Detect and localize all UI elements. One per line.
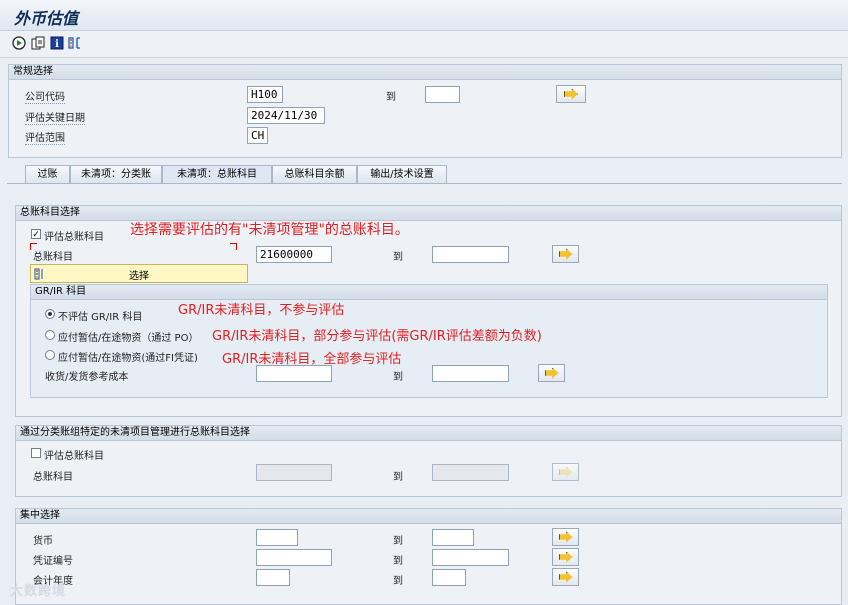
tab-gl-balances[interactable]: 总账科目余额: [272, 165, 357, 183]
ledger-gl-account-to-label: 到: [393, 472, 403, 483]
selection-corner: [230, 243, 237, 250]
reference-cost-label: 收货/发货参考成本: [45, 372, 129, 383]
section-header: 常规选择: [9, 65, 841, 80]
section-header: 通过分类账组特定的未清项目管理进行总账科目选择: [16, 426, 841, 441]
company-code-to-input[interactable]: [425, 86, 460, 103]
evaluate-gl-checkbox[interactable]: ✓: [31, 229, 41, 240]
annotation-no-grir: GR/IR未清科目，不参与评估: [178, 303, 345, 318]
ledger-evaluate-gl-label: 评估总账科目: [44, 451, 104, 462]
tab-open-items-gl[interactable]: 未清项：总账科目: [162, 165, 272, 183]
application-toolbar: i: [0, 31, 848, 58]
page-title: 外币估值: [14, 9, 79, 28]
reference-cost-to-label: 到: [393, 372, 403, 383]
arrow-right-icon: [558, 551, 573, 563]
ledger-multiple-selection-button: [552, 463, 579, 481]
radio-grir-fi[interactable]: [45, 350, 55, 360]
valuation-area-input[interactable]: CH: [247, 127, 268, 144]
gl-account-to-label: 到: [393, 252, 403, 263]
ledger-group-box: 通过分类账组特定的未清项目管理进行总账科目选择: [15, 425, 842, 497]
ledger-gl-account-label: 总账科目: [33, 472, 73, 483]
grir-header: GR/IR 科目: [31, 285, 827, 300]
key-date-label: 评估关键日期: [25, 109, 85, 125]
gl-account-label: 总账科目: [33, 252, 73, 263]
annotation-grir-po: GR/IR未清科目，部分参与评估(需GR/IR评估差额为负数): [212, 329, 542, 344]
fiscal-year-to-input[interactable]: [432, 569, 466, 586]
ledger-evaluate-gl-checkbox[interactable]: [31, 448, 41, 458]
evaluate-gl-label: 评估总账科目: [44, 232, 104, 243]
reference-cost-input[interactable]: [256, 365, 332, 382]
radio-no-grir-label: 不评估 GR/IR 科目: [58, 312, 143, 323]
document-number-input[interactable]: [256, 549, 332, 566]
company-code-input[interactable]: H100: [247, 86, 283, 103]
currency-input[interactable]: [256, 529, 298, 546]
tab-posting[interactable]: 过账: [25, 165, 70, 183]
multiple-selection-button[interactable]: [556, 85, 586, 103]
watermark: 大数跨境: [10, 584, 67, 599]
gl-multiple-selection-button[interactable]: [552, 245, 579, 263]
central-selection-box: 集中选择: [15, 508, 842, 605]
ledger-gl-account-input: [256, 464, 332, 481]
section-header: 集中选择: [16, 509, 841, 524]
valuation-area-label: 评估范围: [25, 129, 65, 145]
currency-multiple-selection-button[interactable]: [552, 528, 579, 546]
radio-grir-fi-label: 应付暂估/在途物资(通过FI凭证): [58, 353, 198, 364]
fiscal-year-input[interactable]: [256, 569, 290, 586]
document-number-multiple-selection-button[interactable]: [552, 548, 579, 566]
gl-account-to-input[interactable]: [432, 246, 509, 263]
selection-icon[interactable]: [68, 36, 82, 50]
arrow-right-icon: [558, 531, 573, 543]
info-icon[interactable]: i: [50, 36, 64, 50]
radio-no-grir[interactable]: [45, 309, 55, 319]
radio-grir-po[interactable]: [45, 330, 55, 340]
arrow-right-icon: [558, 466, 573, 478]
title-bar: 外币估值: [0, 0, 848, 31]
svg-text:i: i: [55, 39, 59, 50]
radio-grir-po-label: 应付暂估/在途物资（通过 PO）: [58, 333, 199, 344]
copy-icon[interactable]: [31, 36, 45, 50]
document-number-label: 凭证编号: [33, 556, 73, 567]
fiscal-year-to-label: 到: [393, 576, 403, 587]
execute-icon[interactable]: [12, 36, 26, 50]
company-code-label: 公司代码: [25, 88, 65, 104]
arrow-right-icon: [558, 248, 573, 260]
arrow-right-icon: [564, 88, 578, 100]
key-date-input[interactable]: 2024/11/30: [247, 107, 325, 124]
currency-to-input[interactable]: [432, 529, 474, 546]
company-code-to-label: 到: [386, 92, 396, 103]
general-selection-box: 常规选择: [8, 64, 842, 158]
fiscal-year-multiple-selection-button[interactable]: [552, 568, 579, 586]
currency-to-label: 到: [393, 536, 403, 547]
tab-output-settings[interactable]: 输出/技术设置: [357, 165, 447, 183]
document-number-to-label: 到: [393, 556, 403, 567]
annotation-gl-selection: 选择需要评估的有"未清项管理"的总账科目。: [130, 222, 409, 238]
gl-account-input[interactable]: 21600000: [256, 246, 332, 263]
tab-open-items-ledger[interactable]: 未清项：分类账: [70, 165, 162, 183]
reference-cost-to-input[interactable]: [432, 365, 509, 382]
currency-label: 货币: [33, 536, 53, 547]
selection-popup-label: 选择: [129, 271, 149, 282]
document-number-to-input[interactable]: [432, 549, 509, 566]
reference-cost-multiple-selection-button[interactable]: [538, 364, 565, 382]
arrow-right-icon: [558, 571, 573, 583]
selection-popup[interactable]: 选择: [30, 264, 248, 283]
ledger-gl-account-to-input: [432, 464, 509, 481]
tab-divider: [7, 183, 842, 184]
arrow-right-icon: [544, 367, 559, 379]
